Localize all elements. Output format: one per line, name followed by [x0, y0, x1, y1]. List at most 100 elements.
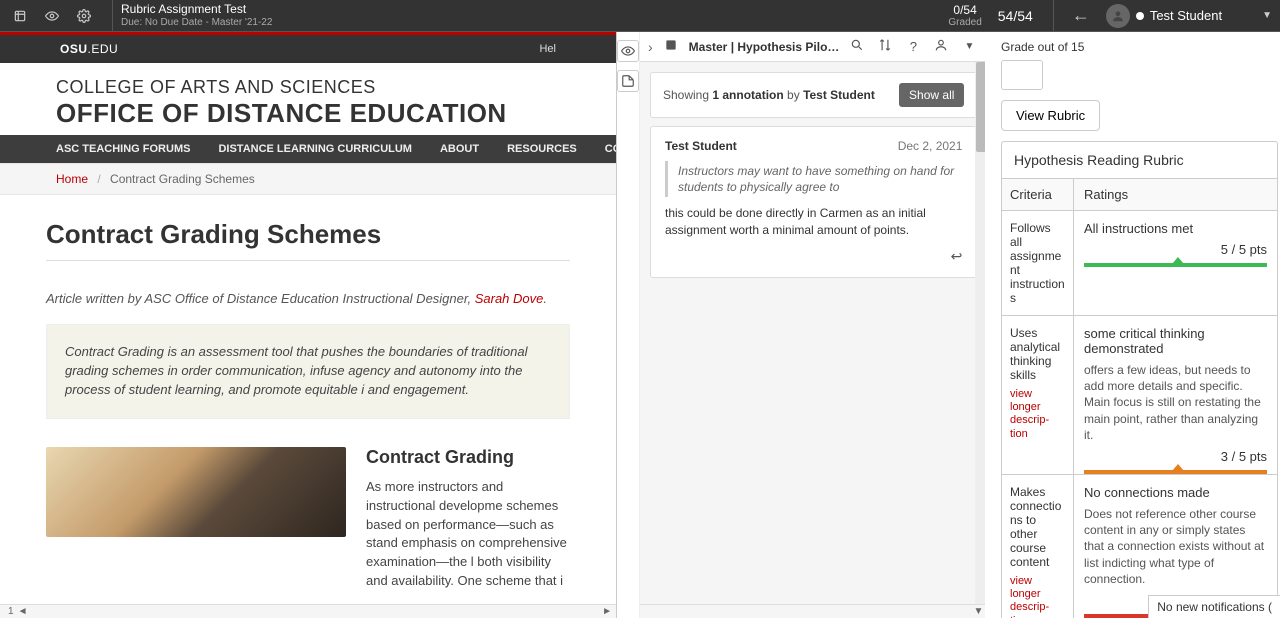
student-dropdown-caret-icon[interactable]: ▼: [1262, 10, 1272, 21]
score-block: 0/54 Graded: [948, 3, 981, 28]
summary-text: Showing 1 annotation by Test Student: [663, 88, 875, 102]
annotation-summary: Showing 1 annotation by Test Student Sho…: [650, 72, 977, 118]
osu-topbar: OSU.EDU Hel: [0, 35, 616, 63]
nav-item-forums[interactable]: ASC TEACHING FORUMS: [56, 143, 190, 155]
breadcrumb-sep: /: [97, 172, 100, 186]
section-body: As more instructors and instructional de…: [366, 478, 570, 591]
assignment-title[interactable]: Rubric Assignment Test: [121, 3, 272, 16]
annotation-header: › Master | Hypothesis Pilo… ? ▼: [640, 32, 987, 62]
toggle-visibility-icon[interactable]: [617, 40, 639, 62]
page-title: Contract Grading Schemes: [46, 219, 570, 250]
rating-marker-icon: [1172, 464, 1184, 471]
user-icon[interactable]: [931, 38, 951, 55]
rating-cell[interactable]: some critical thinking demonstrated offe…: [1074, 316, 1277, 474]
nav-item-curriculum[interactable]: DISTANCE LEARNING CURRICULUM: [218, 143, 412, 155]
content-column: Contract Grading As more instructors and…: [366, 447, 570, 591]
section-heading: Contract Grading: [366, 447, 570, 468]
rubric-header-row: Criteria Ratings: [1002, 179, 1277, 211]
nav-item-co[interactable]: CO: [605, 143, 617, 155]
byline: Article written by ASC Office of Distanc…: [46, 291, 570, 306]
header-divider-2: [1053, 0, 1054, 32]
annotation-note: this could be done directly in Carmen as…: [665, 205, 962, 237]
annotation-card[interactable]: Test Student Dec 2, 2021 Instructors may…: [650, 126, 977, 278]
score-value: 0/54: [948, 3, 981, 17]
hypothesis-logo-icon: [661, 38, 681, 55]
annotation-author: Test Student: [665, 139, 737, 153]
student-count: 54/54: [998, 8, 1033, 24]
frame-footer: 1 ◄ ►: [0, 604, 616, 618]
rubric-col-ratings: Ratings: [1074, 179, 1277, 210]
user-caret-icon[interactable]: ▼: [959, 41, 979, 52]
search-icon[interactable]: [847, 38, 867, 55]
rating-points: 3 / 5 pts: [1084, 449, 1267, 464]
page-right-icon[interactable]: ►: [602, 606, 612, 617]
annotation-list: › Master | Hypothesis Pilo… ? ▼: [640, 32, 987, 618]
reply-icon[interactable]: ↩: [951, 248, 963, 264]
grade-label: Grade out of 15: [1001, 40, 1280, 54]
rating-name: some critical thinking demonstrated: [1084, 326, 1267, 356]
annotation-date: Dec 2, 2021: [898, 139, 963, 153]
header-divider: [112, 0, 113, 32]
notification-toast[interactable]: No new notifications (: [1148, 595, 1280, 618]
collapse-chevron-icon[interactable]: ›: [648, 39, 653, 55]
assignment-info: Rubric Assignment Test Due: No Due Date …: [121, 3, 272, 27]
view-longer-link[interactable]: viewlongerdescrip-tion: [1010, 575, 1065, 618]
content-row: Contract Grading As more instructors and…: [46, 447, 570, 591]
new-note-icon[interactable]: [617, 70, 639, 92]
group-name[interactable]: Master | Hypothesis Pilo…: [689, 40, 840, 54]
eye-icon[interactable]: [40, 4, 64, 28]
nav-item-about[interactable]: ABOUT: [440, 143, 479, 155]
site-header: COLLEGE OF ARTS AND SCIENCES OFFICE OF D…: [0, 63, 616, 135]
grade-input[interactable]: [1001, 60, 1043, 90]
intro-box: Contract Grading is an assessment tool t…: [46, 324, 570, 419]
criterion-cell: Makes connections to other course conten…: [1002, 475, 1074, 618]
score-label: Graded: [948, 17, 981, 28]
show-all-button[interactable]: Show all: [899, 83, 964, 107]
speedgrader-header: Rubric Assignment Test Due: No Due Date …: [0, 0, 1280, 32]
rubric-row: Uses analytical thinking skillsviewlonge…: [1002, 316, 1277, 475]
rating-bar: [1084, 263, 1267, 267]
student-name[interactable]: Test Student: [1150, 8, 1222, 23]
breadcrumb-current: Contract Grading Schemes: [110, 172, 255, 186]
assignment-due: Due: No Due Date - Master '21-22: [121, 17, 272, 28]
rating-bar: [1084, 470, 1267, 474]
topbar-help-link[interactable]: Hel: [539, 43, 556, 55]
content-frame: OSU.EDU Hel COLLEGE OF ARTS AND SCIENCES…: [0, 32, 617, 618]
content-image: [46, 447, 346, 537]
page-number: 1: [8, 606, 14, 617]
rubric-row: Follows all assignment instructions All …: [1002, 211, 1277, 316]
student-avatar[interactable]: [1106, 4, 1130, 28]
breadcrumb: Home / Contract Grading Schemes: [0, 163, 616, 195]
rating-name: All instructions met: [1084, 221, 1267, 236]
prev-student-arrow[interactable]: ←: [1072, 5, 1090, 26]
page-content: Contract Grading Schemes Article written…: [0, 195, 616, 591]
nav-item-resources[interactable]: RESOURCES: [507, 143, 577, 155]
gear-icon[interactable]: [72, 4, 96, 28]
page-left-icon[interactable]: ◄: [18, 606, 28, 617]
gradebook-icon[interactable]: [8, 4, 32, 28]
office-name[interactable]: OFFICE OF DISTANCE EDUCATION: [56, 100, 560, 127]
rubric-col-criteria: Criteria: [1002, 179, 1074, 210]
footer-caret-icon[interactable]: ▼: [974, 606, 984, 617]
rating-marker-icon: [1172, 257, 1184, 264]
rubric-title: Hypothesis Reading Rubric: [1002, 142, 1277, 179]
view-longer-link[interactable]: viewlongerdescrip-tion: [1010, 388, 1065, 441]
annotation-footer: ▼: [640, 604, 987, 618]
rating-name: No connections made: [1084, 485, 1267, 500]
criterion-cell: Uses analytical thinking skillsviewlonge…: [1002, 316, 1074, 474]
breadcrumb-home[interactable]: Home: [56, 172, 88, 186]
rubric-box: Hypothesis Reading Rubric Criteria Ratin…: [1001, 141, 1278, 618]
rating-cell[interactable]: All instructions met 5 / 5 pts: [1074, 211, 1277, 315]
sort-icon[interactable]: [875, 38, 895, 55]
author-link[interactable]: Sarah Dove: [475, 291, 544, 306]
criterion-cell: Follows all assignment instructions: [1002, 211, 1074, 315]
osu-logo[interactable]: OSU.EDU: [60, 42, 118, 56]
annotation-quote: Instructors may want to have something o…: [665, 161, 962, 197]
college-name: COLLEGE OF ARTS AND SCIENCES: [56, 77, 560, 98]
rating-points: 5 / 5 pts: [1084, 242, 1267, 257]
help-icon[interactable]: ?: [903, 39, 923, 54]
view-rubric-button[interactable]: View Rubric: [1001, 100, 1100, 131]
rating-description: Does not reference other course content …: [1084, 506, 1267, 587]
annotation-panel: › Master | Hypothesis Pilo… ? ▼: [617, 32, 985, 618]
site-nav: ASC TEACHING FORUMS DISTANCE LEARNING CU…: [0, 135, 616, 163]
